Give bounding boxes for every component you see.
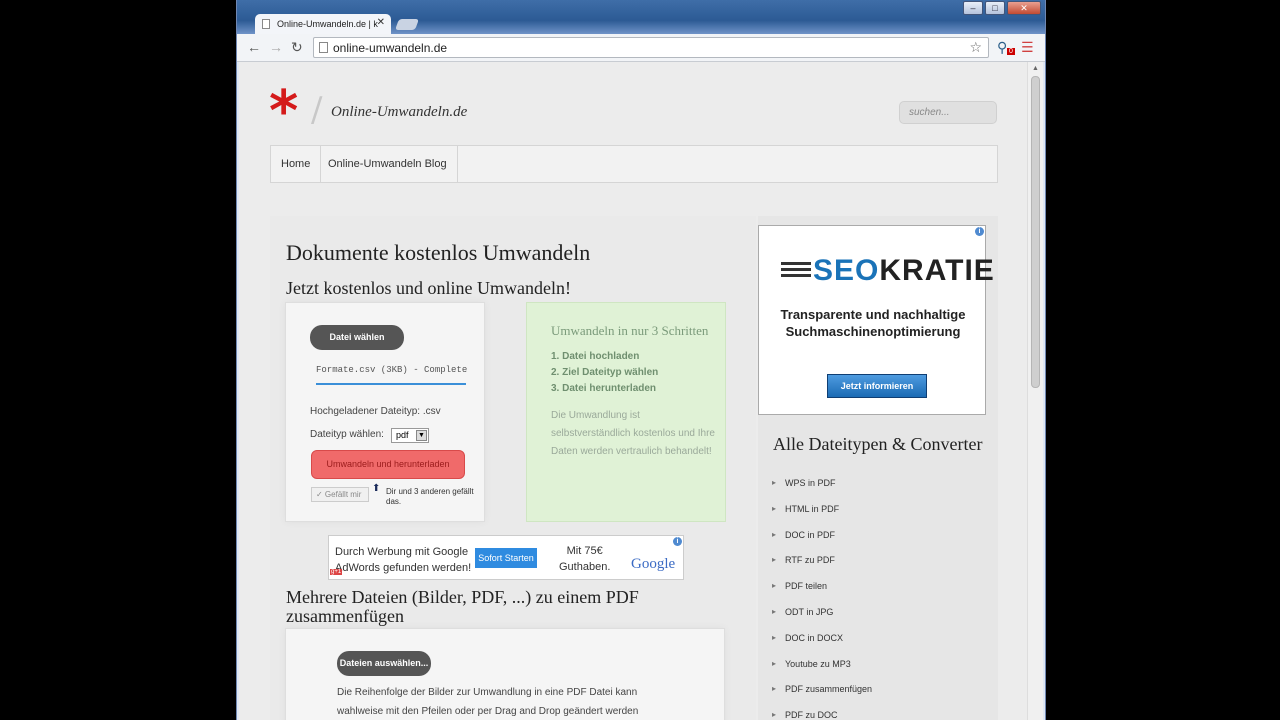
new-tab-button[interactable] <box>394 19 420 30</box>
sidebar-item-pdf-doc[interactable]: PDF zu DOC <box>772 710 837 720</box>
sidebar-title: Alle Dateitypen & Converter <box>773 434 983 454</box>
main-content: Dokumente kostenlos Umwandeln Jetzt kost… <box>270 216 756 720</box>
ad-offer-line: Guthaben. <box>559 561 611 573</box>
sidebar-item-pdf-split[interactable]: PDF teilen <box>772 581 827 591</box>
uploaded-type-label: Hochgeladener Dateityp: .csv <box>310 406 441 417</box>
google-plus-one-icon[interactable]: g+1 <box>330 569 343 575</box>
sidebar: i SEOKRATIE Transparente und nachhaltige… <box>758 216 998 720</box>
sidebar-item-rtf-pdf[interactable]: RTF zu PDF <box>772 555 835 565</box>
adwords-banner[interactable]: Durch Werbung mit Google AdWords gefunde… <box>328 535 684 580</box>
forward-arrow-icon[interactable]: → <box>269 39 283 55</box>
steps-list: 1. Datei hochladen 2. Ziel Dateityp wähl… <box>551 349 658 397</box>
steps-description: Die Umwandlung ist selbstverständlich ko… <box>551 410 715 457</box>
logo-kratie: KRATIE <box>879 254 995 287</box>
minimize-button[interactable]: – <box>963 1 983 15</box>
browser-tab[interactable]: Online-Umwandeln.de | k ✕ <box>255 14 391 34</box>
ad-info-icon[interactable]: i <box>975 227 984 236</box>
ad-offer-line: Mit 75€ <box>566 545 603 557</box>
maximize-button[interactable]: □ <box>985 1 1005 15</box>
scroll-up-icon[interactable]: ▲ <box>1032 65 1039 72</box>
chrome-menu-icon[interactable]: ☰ <box>1021 39 1034 56</box>
logo-slash: / <box>311 90 323 130</box>
ad-text-line: Durch Werbung mit Google <box>335 546 469 558</box>
ad-start-button[interactable]: Sofort Starten <box>475 548 537 568</box>
chevron-down-icon: ▼ <box>416 430 427 441</box>
seokratie-ad[interactable]: i SEOKRATIE Transparente und nachhaltige… <box>758 225 994 415</box>
logo-asterisk-icon[interactable]: * <box>269 84 298 140</box>
convert-download-button[interactable]: Umwandeln und herunterladen <box>311 450 465 479</box>
address-bar[interactable]: online-umwandeln.de ☆ <box>313 37 989 58</box>
bars-icon <box>781 262 811 277</box>
main-navigation: Home Online-Umwandeln Blog <box>270 145 998 183</box>
sidebar-item-doc-pdf[interactable]: DOC in PDF <box>772 530 835 540</box>
ad-tagline: Transparente und nachhaltige Suchmaschin… <box>759 306 987 340</box>
close-window-button[interactable]: ✕ <box>1007 1 1041 15</box>
target-type-value: pdf <box>396 430 409 440</box>
merge-card: Dateien auswählen... Die Reihenfolge der… <box>285 628 725 720</box>
cursor-icon: ⬆ <box>372 483 381 494</box>
facebook-like-button[interactable]: ✓ Gefällt mir <box>311 487 369 502</box>
sidebar-item-html-pdf[interactable]: HTML in PDF <box>772 504 839 514</box>
facebook-like-text: Dir und 3 anderen gefällt das. <box>386 487 474 506</box>
merge-description-line: wahlweise mit den Pfeilen oder per Drag … <box>337 706 639 717</box>
extension-badge: 0 <box>1007 48 1015 55</box>
logo-seo: SEO <box>813 254 880 287</box>
vertical-scrollbar[interactable]: ▲ <box>1027 62 1043 720</box>
seokratie-logo: SEOKRATIE <box>813 254 995 288</box>
ad-tagline-line: Suchmaschinenoptimierung <box>785 324 961 339</box>
sidebar-item-doc-docx[interactable]: DOC in DOCX <box>772 633 843 643</box>
nav-item-blog[interactable]: Online-Umwandeln Blog <box>318 146 458 182</box>
browser-window: Online-Umwandeln.de | k ✕ – □ ✕ ← → ↻ on… <box>236 0 1046 720</box>
step-item: 2. Ziel Dateityp wählen <box>551 367 659 378</box>
sidebar-item-odt-jpg[interactable]: ODT in JPG <box>772 607 833 617</box>
page-icon <box>262 19 270 29</box>
target-type-label: Dateityp wählen: <box>310 429 384 440</box>
sidebar-item-wps-pdf[interactable]: WPS in PDF <box>772 478 835 488</box>
back-arrow-icon[interactable]: ← <box>247 39 261 55</box>
page-title: Dokumente kostenlos Umwandeln <box>286 240 591 265</box>
ad-text-line: AdWords gefunden werden! <box>335 562 472 574</box>
bookmark-star-icon[interactable]: ☆ <box>969 39 982 56</box>
uploaded-file-status: Formate.csv (3KB) - Complete <box>316 365 468 375</box>
tab-close-icon[interactable]: ✕ <box>377 17 385 28</box>
ad-text: Durch Werbung mit Google AdWords gefunde… <box>335 544 471 576</box>
extension-key-icon[interactable]: ⚲ <box>997 39 1007 56</box>
ad-info-icon[interactable]: i <box>673 537 682 546</box>
title-bar: Online-Umwandeln.de | k ✕ – □ ✕ <box>237 0 1045 34</box>
reload-icon[interactable]: ↻ <box>291 39 303 56</box>
nav-item-home[interactable]: Home <box>271 146 322 182</box>
page-viewport: * / Online-Umwandeln.de suchen... Home O… <box>239 62 1027 720</box>
url-text: online-umwandeln.de <box>333 41 448 55</box>
site-logo-text[interactable]: Online-Umwandeln.de <box>331 104 467 121</box>
upload-card: Datei wählen Formate.csv (3KB) - Complet… <box>285 302 485 522</box>
section-title: Jetzt kostenlos und online Umwandeln! <box>286 278 571 298</box>
merge-section-title: Mehrere Dateien (Bilder, PDF, ...) zu ei… <box>286 587 639 626</box>
tab-title: Online-Umwandeln.de | k <box>277 19 378 29</box>
sidebar-item-pdf-merge[interactable]: PDF zusammenfügen <box>772 684 872 694</box>
page-icon <box>319 42 328 53</box>
ad-info-button[interactable]: Jetzt informieren <box>827 374 927 398</box>
merge-description-line: Die Reihenfolge der Bilder zur Umwandlun… <box>337 687 638 698</box>
choose-files-button[interactable]: Dateien auswählen... <box>337 651 431 676</box>
steps-card: Umwandeln in nur 3 Schritten 1. Datei ho… <box>526 302 726 522</box>
step-item: 3. Datei herunterladen <box>551 383 657 394</box>
steps-title: Umwandeln in nur 3 Schritten <box>551 323 709 338</box>
scrollbar-thumb[interactable] <box>1031 76 1040 388</box>
step-item: 1. Datei hochladen <box>551 351 640 362</box>
google-logo: Google <box>631 556 676 572</box>
ad-offer: Mit 75€ Guthaben. <box>559 543 610 575</box>
sidebar-item-youtube-mp3[interactable]: Youtube zu MP3 <box>772 659 851 669</box>
upload-progress-bar <box>316 383 466 385</box>
target-type-select[interactable]: pdf ▼ <box>391 428 429 443</box>
browser-toolbar: ← → ↻ online-umwandeln.de ☆ ⚲ 0 ☰ <box>237 34 1045 62</box>
search-input[interactable]: suchen... <box>899 101 997 124</box>
choose-file-button[interactable]: Datei wählen <box>310 325 404 350</box>
ad-tagline-line: Transparente und nachhaltige <box>780 307 966 322</box>
